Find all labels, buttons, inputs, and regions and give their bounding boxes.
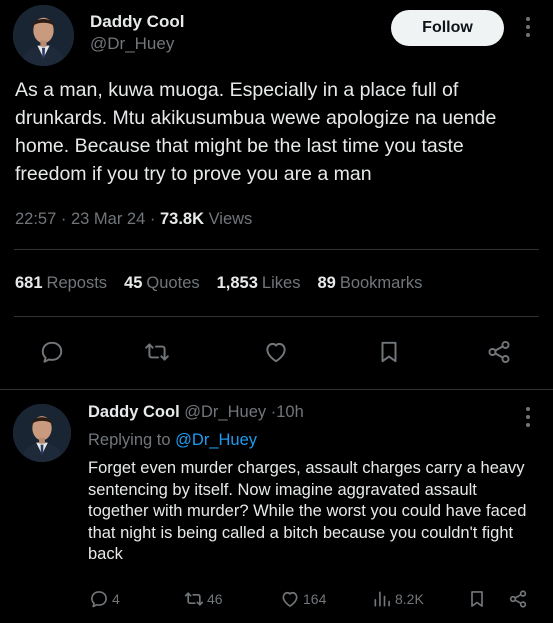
share-button[interactable] [483, 336, 515, 368]
bookmark-button[interactable] [373, 336, 405, 368]
reply-text: Forget even murder charges, assault char… [88, 459, 527, 563]
replying-prefix: Replying to [88, 431, 171, 449]
repost-icon [184, 592, 204, 606]
reply-tweet[interactable]: Daddy Cool @Dr_Huey ·10h Replying to @Dr… [0, 390, 553, 623]
author-name[interactable]: Daddy Cool [90, 12, 184, 32]
main-tweet: Daddy Cool @Dr_Huey Follow As a man, kuw… [0, 0, 553, 390]
reply-count: 4 [112, 591, 120, 607]
reply-reply-button[interactable]: 4 [89, 588, 120, 610]
tweet-time[interactable]: 22:57 [15, 210, 56, 228]
reply-icon [41, 341, 63, 363]
reply-repost-button[interactable]: 46 [184, 588, 223, 610]
follow-button[interactable]: Follow [391, 10, 504, 46]
reposts-stat[interactable]: 681 Reposts [15, 274, 107, 293]
avatar-image [13, 404, 71, 462]
bookmarks-stat[interactable]: 89 Bookmarks [317, 274, 422, 293]
repost-count: 46 [207, 591, 223, 607]
divider [14, 316, 539, 317]
reply-author-name[interactable]: Daddy Cool [88, 403, 180, 421]
reply-bookmark-button[interactable] [467, 588, 487, 610]
reply-avatar[interactable] [13, 404, 71, 462]
reply-views-button[interactable]: 8.2K [372, 588, 424, 610]
more-options-icon[interactable] [518, 14, 538, 40]
reply-header: Daddy Cool @Dr_Huey ·10h [88, 403, 304, 422]
replying-to: Replying to @Dr_Huey [88, 431, 257, 450]
repost-icon [145, 343, 169, 361]
reply-author-handle[interactable]: @Dr_Huey [184, 403, 266, 421]
reply-icon [91, 591, 107, 608]
reply-button[interactable] [36, 336, 68, 368]
meta-separator: · [149, 210, 156, 228]
bookmark-icon [471, 591, 483, 607]
reply-like-button[interactable]: 164 [280, 588, 326, 610]
avatar[interactable] [13, 5, 74, 66]
engagement-stats: 681 Reposts 45 Quotes 1,853 Likes 89 Bookmarks [15, 274, 439, 293]
heart-icon [282, 591, 298, 607]
quotes-stat[interactable]: 45 Quotes [124, 274, 200, 293]
share-icon [488, 340, 510, 364]
author-handle[interactable]: @Dr_Huey [90, 34, 174, 54]
replying-to-link[interactable]: @Dr_Huey [175, 431, 257, 449]
divider [14, 249, 539, 250]
like-button[interactable] [260, 336, 292, 368]
analytics-icon [374, 591, 390, 607]
bookmark-icon [381, 341, 397, 363]
likes-stat[interactable]: 1,853 Likes [217, 274, 301, 293]
more-options-icon[interactable] [518, 404, 538, 430]
views-count: 8.2K [395, 591, 424, 607]
like-count: 164 [303, 591, 327, 607]
reply-time[interactable]: 10h [276, 403, 304, 421]
tweet-meta: 22:57 · 23 Mar 24 · 73.8K Views [15, 210, 252, 229]
views-count: 73.8K [159, 210, 204, 228]
reply-share-button[interactable] [508, 588, 528, 610]
repost-button[interactable] [141, 336, 173, 368]
tweet-date[interactable]: 23 Mar 24 [71, 210, 145, 228]
heart-icon [266, 342, 286, 363]
meta-separator: · [60, 210, 67, 228]
views-label: Views [208, 210, 253, 228]
tweet-text: As a man, kuwa muoga. Especially in a pl… [15, 79, 497, 185]
avatar-image [13, 5, 74, 66]
share-icon [509, 590, 527, 608]
